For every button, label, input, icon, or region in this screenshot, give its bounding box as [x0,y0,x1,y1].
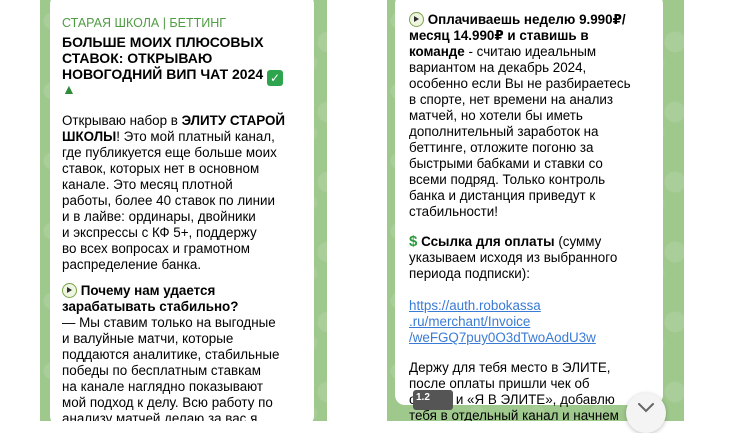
answer-line-2: поддаются аналитике, стабильные [62,347,280,362]
media-thumbnail[interactable]: 1.2 [413,390,453,410]
intro-line-3: канале. Это месяц плотной [62,177,233,192]
price-text-line-4: дополнительный заработок на [409,124,599,139]
left-chat-panel: СТАРАЯ ШКОЛА | БЕТТИНГ БОЛЬШЕ МОИХ ПЛЮСО… [40,0,327,421]
hold-line-0: Держу для тебя место в ЭЛИТЕ, [409,360,611,375]
dollar-sign-icon: $ [409,233,418,250]
answer-line-5: мой подход к делу. Всю работу по [62,395,273,410]
price-text-line-5: беттинге, отложите погоню за [409,140,594,155]
payment-line-2: периода подписки): [409,266,530,281]
media-thumbnail-label: 1.2 [416,392,430,403]
price-text-line-6: быстрыми бабками и ставки со [409,156,603,171]
price-line-3-rest: - считаю идеальным [464,44,597,59]
price-text-line-8: банка и дистанция приведут к [409,188,596,203]
answer-line-3: победы по бесплатным ставкам [62,363,261,378]
post-title-line-3: НОВОГОДНИЙ ВИП ЧАТ 2024 [62,66,264,82]
intro-line-4: работы, более 40 ставок по линии [62,193,275,208]
intro-prefix: Открываю набор в [62,113,182,128]
answer-line-1: и валуйные матчи, которые [62,331,234,346]
intro-line-0: ! Это мой платный канал, [116,129,275,144]
price-team-bold: команде [409,44,465,59]
intro-school-bold: ШКОЛЫ [62,129,117,144]
christmas-tree-icon: ▲ [62,81,76,97]
post-title-line-2: СТАВОК: ОТКРЫВАЮ [62,50,213,66]
intro-line-7: во всех вопросах и грамотном [62,241,250,256]
payment-link-label: Ссылка для оплаты [421,234,555,249]
price-text-line-1: особенно если Вы не разбираетесь [409,76,631,91]
question-heading-line-2: зарабатывать стабильно? [62,299,239,314]
right-chat-panel: Оплачиваешь неделю 9.990₽/ месяц 14.990₽… [387,0,684,421]
price-line-1: Оплачиваешь неделю 9.990₽/ [427,12,626,27]
post-title-line-1: БОЛЬШЕ МОИХ ПЛЮСОВЫХ [62,34,264,50]
message-bubble-vip-chat: СТАРАЯ ШКОЛА | БЕТТИНГ БОЛЬШЕ МОИХ ПЛЮСО… [50,0,314,421]
price-text-line-2: в спорте, нет времени на анализ [409,92,614,107]
answer-line-6: анализу матчей делаю за вас я, [62,411,262,421]
payment-line-rest: (сумму [554,234,602,249]
price-text-line-7: всеми подряд. Только контроль [409,172,606,187]
price-text-line-3: матчей, но хотели бы иметь [409,108,583,123]
scroll-down-button[interactable] [626,393,666,433]
intro-line-5: и в лайве: ординары, двойники [62,209,256,224]
intro-line-6: и экспрессы с КФ 5+, поддержу [62,225,257,240]
answer-line-0: — Мы ставим только на выгодные [62,315,276,330]
answer-line-4: на канале наглядно показывают [62,379,264,394]
price-line-2: месяц 14.990₽ и ставишь в [409,28,589,43]
channel-sender-name[interactable]: СТАРАЯ ШКОЛА | БЕТТИНГ [62,16,226,32]
intro-line-2: ставок, которых нет в основном [62,161,260,176]
payment-line-1: указываем исходя из выбранного [409,250,618,265]
price-text-line-9: стабильности! [409,204,498,219]
arrow-right-icon [409,12,424,27]
intro-line-1: где публикуется еще больше моих [62,145,277,160]
intro-elite-bold: ЭЛИТУ СТАРОЙ [181,113,286,128]
check-mark-icon: ✓ [267,70,284,86]
payment-url-line-3[interactable]: /weFGQ7puy0O3dTwoAodU3w [409,330,596,346]
question-heading-line-1: Почему нам удается [80,283,216,298]
message-bubble-payment: Оплачиваешь неделю 9.990₽/ месяц 14.990₽… [395,0,663,421]
payment-url-line-2[interactable]: .ru/merchant/Invoice [409,314,530,330]
intro-line-8: распределение банка. [62,257,202,272]
chevron-down-icon [638,403,654,413]
arrow-right-icon [62,283,77,298]
payment-url-line-1[interactable]: https://auth.robokassa [409,298,541,314]
price-text-line-0: вариантом на декабрь 2024, [409,60,587,75]
